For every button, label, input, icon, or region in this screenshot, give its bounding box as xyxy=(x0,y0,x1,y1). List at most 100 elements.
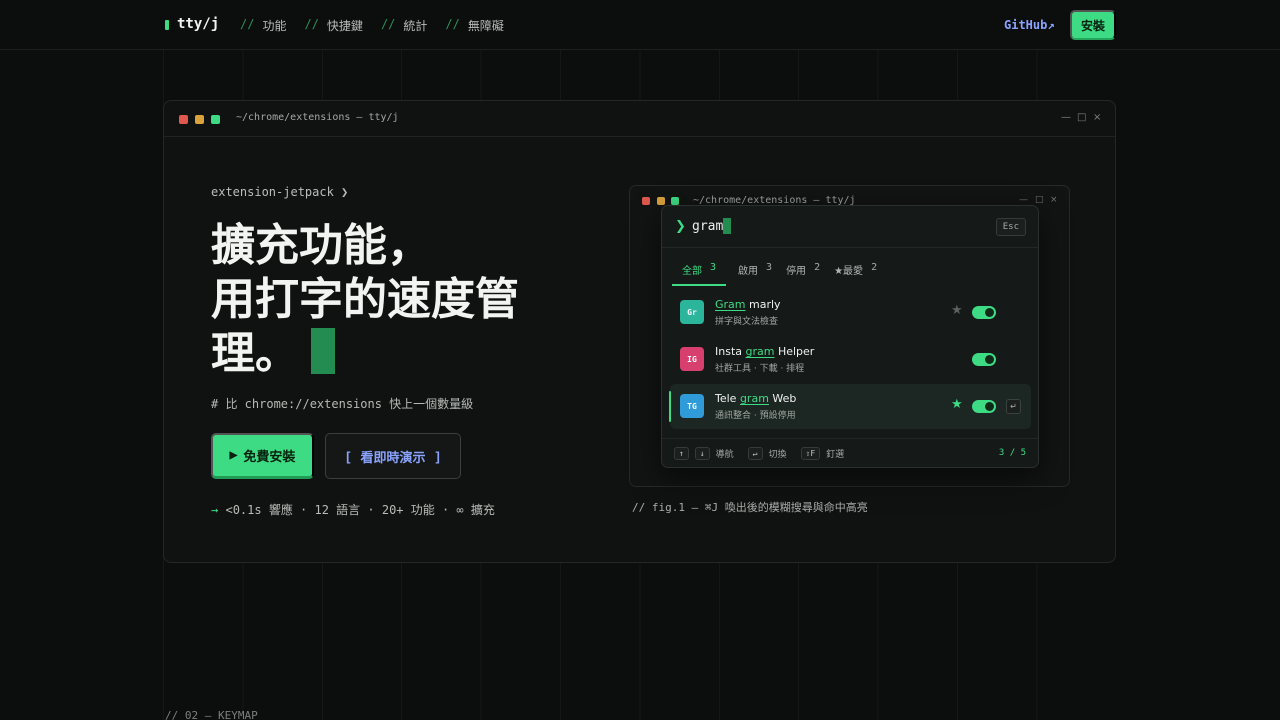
cursor-block-icon xyxy=(311,328,335,374)
tab-all[interactable]: 全部 3 xyxy=(672,262,727,286)
extension-badge: Gr xyxy=(680,300,704,324)
maximize-dot-icon xyxy=(671,197,679,205)
match-highlight: gram xyxy=(739,392,769,405)
close-icon: × xyxy=(1050,195,1058,205)
tab-favorites[interactable]: ★最愛 2 xyxy=(832,262,879,286)
nav-hint: 導航 xyxy=(715,450,734,460)
nav-links: // 功能 // 快捷鍵 // 統計 // 無障礙 xyxy=(240,17,504,34)
minimize-dot-icon xyxy=(195,115,204,124)
nav-link-features[interactable]: // 功能 xyxy=(240,17,286,34)
star-icon[interactable]: ★ xyxy=(951,397,963,412)
arrow-icon: → xyxy=(211,503,219,517)
hero-title-line: 理。 xyxy=(211,328,299,379)
match-highlight: Gram xyxy=(715,298,746,311)
install-button[interactable]: 安裝 xyxy=(1070,10,1116,40)
play-icon: ▶ xyxy=(229,450,238,461)
live-demo-label: 看即時演示 xyxy=(360,449,426,465)
github-link[interactable]: GitHub↗ xyxy=(1004,18,1055,32)
window-titlebar: ~/chrome/extensions — tty/j — □ × xyxy=(164,101,1115,137)
nav-label: 統計 xyxy=(403,19,428,33)
hero-eyebrow: extension-jetpack ❯ xyxy=(211,185,349,199)
hero-title-line: 擴充功能， xyxy=(211,220,431,271)
window-title: ~/chrome/extensions — tty/j xyxy=(236,112,399,123)
brand-name: tty/j xyxy=(177,16,220,32)
tab-label: 全部 xyxy=(682,266,702,277)
enable-toggle[interactable] xyxy=(972,400,996,413)
stats-text: <0.1s 響應 · 12 語言 · 20+ 功能 · ∞ 擴充 xyxy=(225,503,495,517)
extension-row-selected[interactable]: TG Tele gram Web 通訊整合 · 預設停用 ★ ↵ xyxy=(669,384,1031,429)
command-palette: ❯ gram Esc 全部 3 啟用 3 停用 2 ★最愛 2 Gr Gram … xyxy=(661,205,1039,468)
tab-count: 3 xyxy=(766,262,773,273)
text-caret xyxy=(723,218,731,234)
extension-name: Tele gram Web xyxy=(715,392,797,405)
tab-count: 3 xyxy=(710,262,717,273)
enter-key-icon[interactable]: ↵ xyxy=(1006,399,1021,414)
nav-prefix: // xyxy=(380,17,396,31)
extension-description: 通訊整合 · 預設停用 xyxy=(715,411,796,421)
arrow-down-key: ↓ xyxy=(694,447,710,460)
prompt-icon: ❯ xyxy=(675,219,686,234)
hero-stats: → <0.1s 響應 · 12 語言 · 20+ 功能 · ∞ 擴充 xyxy=(211,501,495,518)
bracket-close: ] xyxy=(435,448,440,464)
tab-count: 2 xyxy=(814,262,821,273)
tab-disabled[interactable]: 停用 2 xyxy=(784,262,822,286)
nav-label: 無障礙 xyxy=(467,19,504,33)
close-dot-icon xyxy=(642,197,650,205)
enter-key: ↵ xyxy=(747,447,763,460)
nav-label: 快捷鍵 xyxy=(326,19,363,33)
cursor-icon xyxy=(165,20,169,30)
free-install-button[interactable]: ▶ 免費安裝 xyxy=(211,433,314,479)
tab-count: 2 xyxy=(871,262,878,273)
hero-title: 擴充功能， 用打字的速度管 理。 xyxy=(211,219,571,381)
nav-link-shortcuts[interactable]: // 快捷鍵 xyxy=(304,17,362,34)
tab-label: ★最愛 xyxy=(834,266,864,277)
hero-subtitle: # 比 chrome://extensions 快上一個數量級 xyxy=(211,397,474,411)
hero-title-line: 用打字的速度管 xyxy=(211,274,519,325)
tab-enabled[interactable]: 啟用 3 xyxy=(736,262,774,286)
toggle-hint: 切換 xyxy=(768,450,787,460)
selection-indicator xyxy=(669,391,671,422)
close-icon[interactable]: × xyxy=(1093,112,1101,123)
enable-toggle[interactable] xyxy=(972,306,996,319)
extension-row[interactable]: IG Insta gram Helper 社群工具 · 下載 · 排程 xyxy=(670,337,1031,382)
extension-badge: IG xyxy=(680,347,704,371)
palette-footer: ↑ ↓ 導航 ↵ 切換 ⇧F 釘選 3 / 5 xyxy=(662,438,1038,468)
live-demo-button[interactable]: [ 看即時演示 ] xyxy=(325,433,461,479)
nav-prefix: // xyxy=(240,17,255,31)
maximize-icon[interactable]: □ xyxy=(1077,112,1086,123)
extension-description: 拼字與文法檢查 xyxy=(715,317,779,327)
extension-name: Insta gram Helper xyxy=(715,345,815,358)
nav-prefix: // xyxy=(445,17,460,31)
extension-badge: TG xyxy=(680,394,704,418)
star-icon[interactable]: ★ xyxy=(951,303,963,318)
nav-label: 功能 xyxy=(262,19,287,33)
arrow-up-key: ↑ xyxy=(674,447,689,460)
minimize-icon[interactable]: — xyxy=(1061,112,1071,123)
pin-hint: 釘選 xyxy=(826,450,845,460)
nav-link-accessibility[interactable]: // 無障礙 xyxy=(445,17,503,34)
extension-description: 社群工具 · 下載 · 排程 xyxy=(715,364,805,374)
bracket-open: [ xyxy=(346,448,351,464)
minimize-dot-icon xyxy=(657,197,665,205)
nav-link-stats[interactable]: // 統計 xyxy=(381,17,427,34)
extension-row[interactable]: Gr Gram marly 拼字與文法檢查 ★ xyxy=(670,290,1031,335)
palette-tabs: 全部 3 啟用 3 停用 2 ★最愛 2 xyxy=(672,262,879,286)
close-dot-icon xyxy=(179,115,188,124)
minimize-icon: — xyxy=(1019,195,1028,205)
maximize-icon: □ xyxy=(1035,195,1044,205)
enable-toggle[interactable] xyxy=(972,353,996,366)
esc-key[interactable]: Esc xyxy=(995,218,1026,236)
palette-search: ❯ gram Esc xyxy=(662,206,1038,248)
maximize-dot-icon xyxy=(211,115,220,124)
tab-label: 啟用 xyxy=(738,266,759,277)
extension-name: Gram marly xyxy=(715,298,781,311)
search-input[interactable]: gram xyxy=(692,219,723,234)
tab-label: 停用 xyxy=(786,266,807,277)
nav-prefix: // xyxy=(304,17,319,31)
result-count: 3 / 5 xyxy=(998,448,1026,458)
pin-key: ⇧F xyxy=(800,447,821,460)
next-section-heading: // 02 — KEYMAP xyxy=(165,709,258,720)
match-highlight: gram xyxy=(745,345,775,358)
free-install-label: 免費安裝 xyxy=(243,449,296,464)
brand-logo[interactable]: tty/j xyxy=(165,16,219,32)
